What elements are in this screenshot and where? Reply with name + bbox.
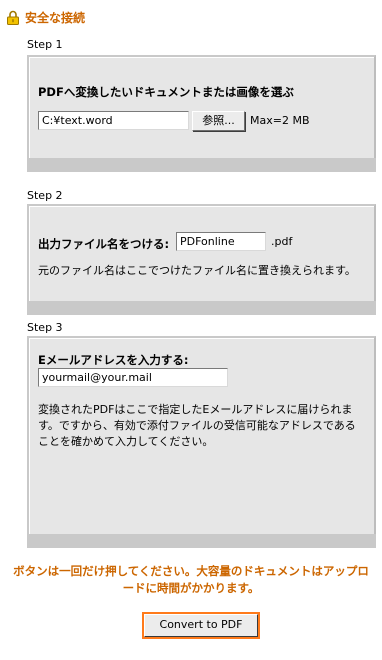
email-input[interactable]: yourmail@your.mail xyxy=(38,368,228,387)
extension-label: .pdf xyxy=(271,235,293,248)
step3-label: Step 3 xyxy=(27,321,63,334)
email-note: 変換されたPDFはここで指定したEメールアドレスに届けられます。ですから、有効で… xyxy=(38,403,356,448)
output-filename-input[interactable]: PDFonline xyxy=(176,232,266,251)
filename-note: 元のファイル名はここでつけたファイル名に置き換えられます。 xyxy=(38,264,356,277)
step1-heading: PDFへ変換したいドキュメントまたは画像を選ぶ xyxy=(38,85,294,99)
step1-label: Step 1 xyxy=(27,38,63,51)
step2-panel: 出力ファイル名をつける: PDFonline .pdf 元のファイル名はここでつ… xyxy=(27,204,376,315)
browse-button[interactable]: 参照... xyxy=(192,111,245,131)
convert-to-pdf-button[interactable]: Convert to PDF xyxy=(144,614,258,637)
lock-icon xyxy=(7,10,19,25)
step1-panel: PDFへ変換したいドキュメントまたは画像を選ぶ C:¥text.word 参照.… xyxy=(27,55,376,172)
convert-button-frame: Convert to PDF xyxy=(142,612,260,639)
max-size-label: Max=2 MB xyxy=(250,114,310,127)
file-path-input[interactable]: C:¥text.word xyxy=(38,111,189,130)
email-label: Eメールアドレスを入力する: xyxy=(38,353,189,367)
secure-connection: 安全な接続 xyxy=(6,9,85,25)
filename-label: 出力ファイル名をつける: xyxy=(38,237,170,251)
step3-panel: Eメールアドレスを入力する: yourmail@your.mail 変換されたP… xyxy=(27,336,376,548)
upload-notice: ボタンは一回だけ押してください。大容量のドキュメントはアップロードに時間がかかり… xyxy=(13,564,369,595)
secure-connection-label: 安全な接続 xyxy=(25,10,86,25)
step2-label: Step 2 xyxy=(27,189,63,202)
